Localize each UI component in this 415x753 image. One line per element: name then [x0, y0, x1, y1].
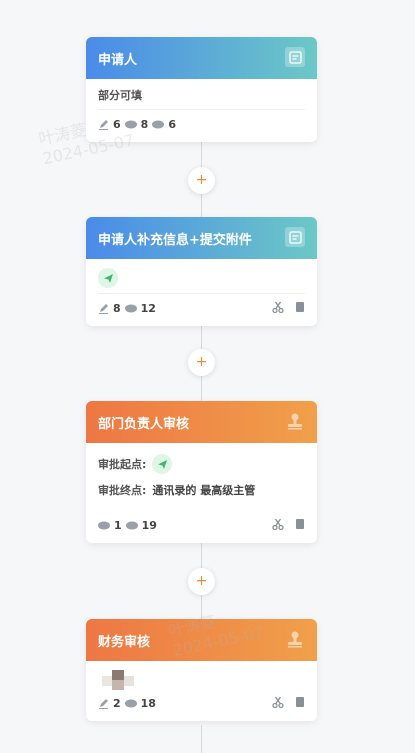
- approver-avatar: [98, 666, 138, 692]
- divider: [98, 293, 305, 294]
- add-node-button[interactable]: +: [188, 568, 215, 595]
- approval-end-label: 审批终点:: [98, 484, 147, 497]
- node-header[interactable]: 申请人补充信息+提交附件: [86, 217, 317, 259]
- edit-icon: [98, 698, 109, 709]
- readonly-count: 18: [140, 696, 156, 710]
- cut-icon[interactable]: [272, 301, 284, 316]
- copy-icon[interactable]: [294, 518, 305, 533]
- field-permission-stats: 2 18: [98, 693, 305, 713]
- node-title: 申请人补充信息+提交附件: [98, 232, 252, 248]
- flow-node-dept-approval[interactable]: 部门负责人审核 审批起点: 审批终点: 通讯录的 最高级主管 1 19: [86, 401, 317, 543]
- node-title: 申请人: [98, 52, 138, 68]
- flow-node-finance-approval[interactable]: 财务审核 2 18: [86, 619, 317, 721]
- hidden-count: 19: [141, 518, 157, 532]
- hidden-count: 6: [168, 117, 176, 131]
- copy-icon[interactable]: [294, 301, 305, 316]
- hidden-icon: [152, 120, 165, 129]
- view-icon: [124, 120, 137, 129]
- divider: [98, 109, 305, 110]
- edit-icon: [98, 303, 109, 314]
- node-title: 部门负责人审核: [98, 416, 190, 432]
- readonly-count: 8: [140, 117, 149, 131]
- node-header[interactable]: 部门负责人审核: [86, 401, 317, 443]
- edit-icon: [98, 119, 109, 130]
- flow-node-applicant[interactable]: 申请人 部分可填 6 8 6: [86, 37, 317, 142]
- send-icon[interactable]: [98, 268, 118, 288]
- add-node-button[interactable]: +: [188, 167, 215, 194]
- approval-flow: + + + 申请人 部分可填 6 8 6 申请人补充信息+提交附件 8 12 部…: [0, 0, 415, 753]
- editable-count: 6: [113, 117, 121, 131]
- readonly-count: 12: [140, 301, 156, 315]
- approver-stamp-icon: [285, 411, 305, 431]
- node-title: 财务审核: [98, 634, 151, 650]
- field-permission-stats: 1 19: [98, 515, 305, 535]
- view-icon: [124, 304, 137, 313]
- approval-end-value: 通讯录的 最高级主管: [152, 484, 256, 497]
- node-header[interactable]: 申请人: [86, 37, 317, 79]
- node-header[interactable]: 财务审核: [86, 619, 317, 661]
- hidden-icon: [125, 521, 138, 530]
- form-icon: [285, 47, 305, 67]
- approver-stamp-icon: [285, 629, 305, 649]
- add-node-button[interactable]: +: [188, 349, 215, 376]
- node-description: 部分可填: [98, 89, 142, 102]
- connector-line: [201, 725, 202, 753]
- readonly-count: 1: [114, 518, 122, 532]
- editable-count: 2: [113, 696, 121, 710]
- field-permission-stats: 8 12: [98, 298, 305, 318]
- send-icon[interactable]: [152, 454, 173, 474]
- view-icon: [98, 521, 110, 530]
- form-icon: [285, 227, 305, 247]
- cut-icon[interactable]: [272, 518, 284, 533]
- copy-icon[interactable]: [294, 696, 305, 711]
- flow-node-supplement[interactable]: 申请人补充信息+提交附件 8 12: [86, 217, 317, 326]
- cut-icon[interactable]: [272, 696, 284, 711]
- view-icon: [124, 699, 137, 708]
- editable-count: 8: [113, 301, 121, 315]
- field-permission-stats: 6 8 6: [98, 114, 305, 134]
- approval-start-label: 审批起点:: [98, 458, 147, 471]
